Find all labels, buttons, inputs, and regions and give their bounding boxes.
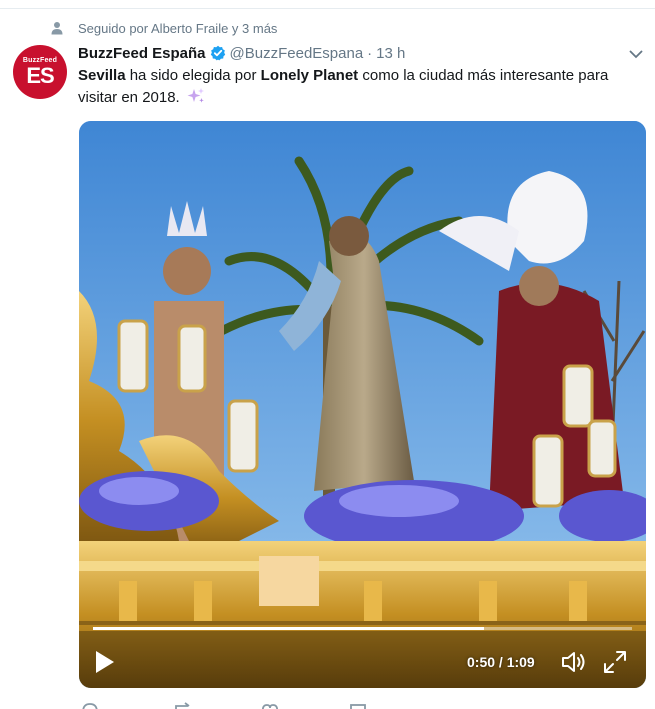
reply-icon[interactable] xyxy=(80,702,100,709)
separator-dot: · xyxy=(367,44,373,62)
sparkles-icon xyxy=(187,88,204,103)
tweet-bold-lonely-planet[interactable]: Lonely Planet xyxy=(261,67,359,84)
tweet-text-part-1: ha sido elegida por xyxy=(125,67,261,84)
fullscreen-button[interactable] xyxy=(603,650,627,674)
message-icon[interactable] xyxy=(348,702,368,709)
like-icon[interactable] xyxy=(260,702,280,709)
tweet-timestamp[interactable]: 13 h xyxy=(376,45,405,62)
verified-icon xyxy=(210,45,225,61)
tweet-header: BuzzFeed España @BuzzFeedEspana · 13 h xyxy=(78,43,405,63)
video-progress-bar[interactable] xyxy=(93,627,632,630)
video-progress-fill xyxy=(93,627,484,630)
tweet-text: Sevilla ha sido elegida por Lonely Plane… xyxy=(78,65,638,109)
top-divider xyxy=(0,8,655,9)
tweet-actions xyxy=(78,702,418,709)
play-icon xyxy=(96,651,114,673)
volume-button[interactable] xyxy=(561,650,587,674)
tweet-menu-button[interactable] xyxy=(627,45,645,63)
play-button[interactable] xyxy=(93,649,117,675)
video-time-display: 0:50 / 1:09 xyxy=(467,654,535,670)
volume-icon xyxy=(562,652,585,672)
fullscreen-icon xyxy=(604,651,626,673)
social-context-text: Seguido por Alberto Fraile y 3 más xyxy=(78,20,278,36)
video-player[interactable]: 0:50 / 1:09 xyxy=(79,121,646,688)
social-context[interactable]: Seguido por Alberto Fraile y 3 más xyxy=(50,19,277,37)
chevron-down-icon xyxy=(629,50,643,58)
person-icon xyxy=(51,22,63,35)
tweet-bold-sevilla[interactable]: Sevilla xyxy=(78,67,126,84)
avatar-logo-big: ES xyxy=(26,63,54,88)
avatar[interactable]: BuzzFeed ES xyxy=(13,45,67,99)
video-frame xyxy=(79,121,646,688)
author-name[interactable]: BuzzFeed España xyxy=(78,45,206,62)
author-handle[interactable]: @BuzzFeedEspana xyxy=(230,45,364,62)
retweet-icon[interactable] xyxy=(174,702,194,709)
